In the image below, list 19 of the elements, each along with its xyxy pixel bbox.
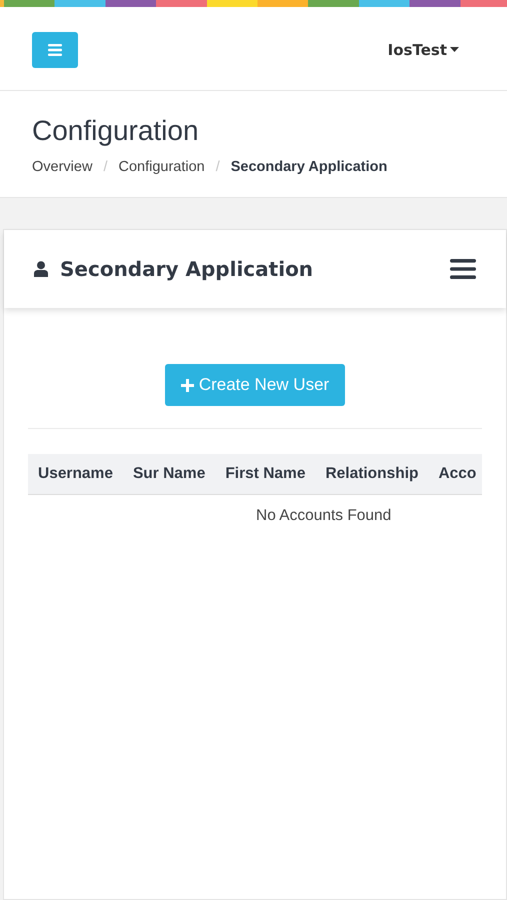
column-header: Username	[38, 465, 113, 483]
card-title: Secondary Application	[60, 257, 314, 281]
page-title: Configuration	[32, 115, 200, 147]
column-header: Acco	[438, 465, 476, 483]
column-header: Sur Name	[132, 465, 206, 483]
breadcrumb-separator: /	[103, 159, 108, 175]
plus-icon	[180, 378, 194, 392]
user-icon	[34, 261, 48, 277]
menu-icon	[48, 44, 62, 56]
breadcrumb-item[interactable]: Secondary Application	[230, 159, 388, 175]
empty-message: No Accounts Found	[255, 507, 392, 525]
column-header: First Name	[225, 465, 306, 483]
menu-icon[interactable]	[450, 259, 476, 279]
caret-icon[interactable]	[450, 47, 459, 52]
breadcrumb-separator: /	[216, 159, 220, 175]
breadcrumb-item[interactable]: Overview	[32, 159, 92, 175]
user-menu[interactable]: IosTest	[388, 40, 447, 58]
column-header: Relationship	[325, 465, 418, 483]
breadcrumb-item[interactable]: Configuration	[118, 159, 205, 175]
